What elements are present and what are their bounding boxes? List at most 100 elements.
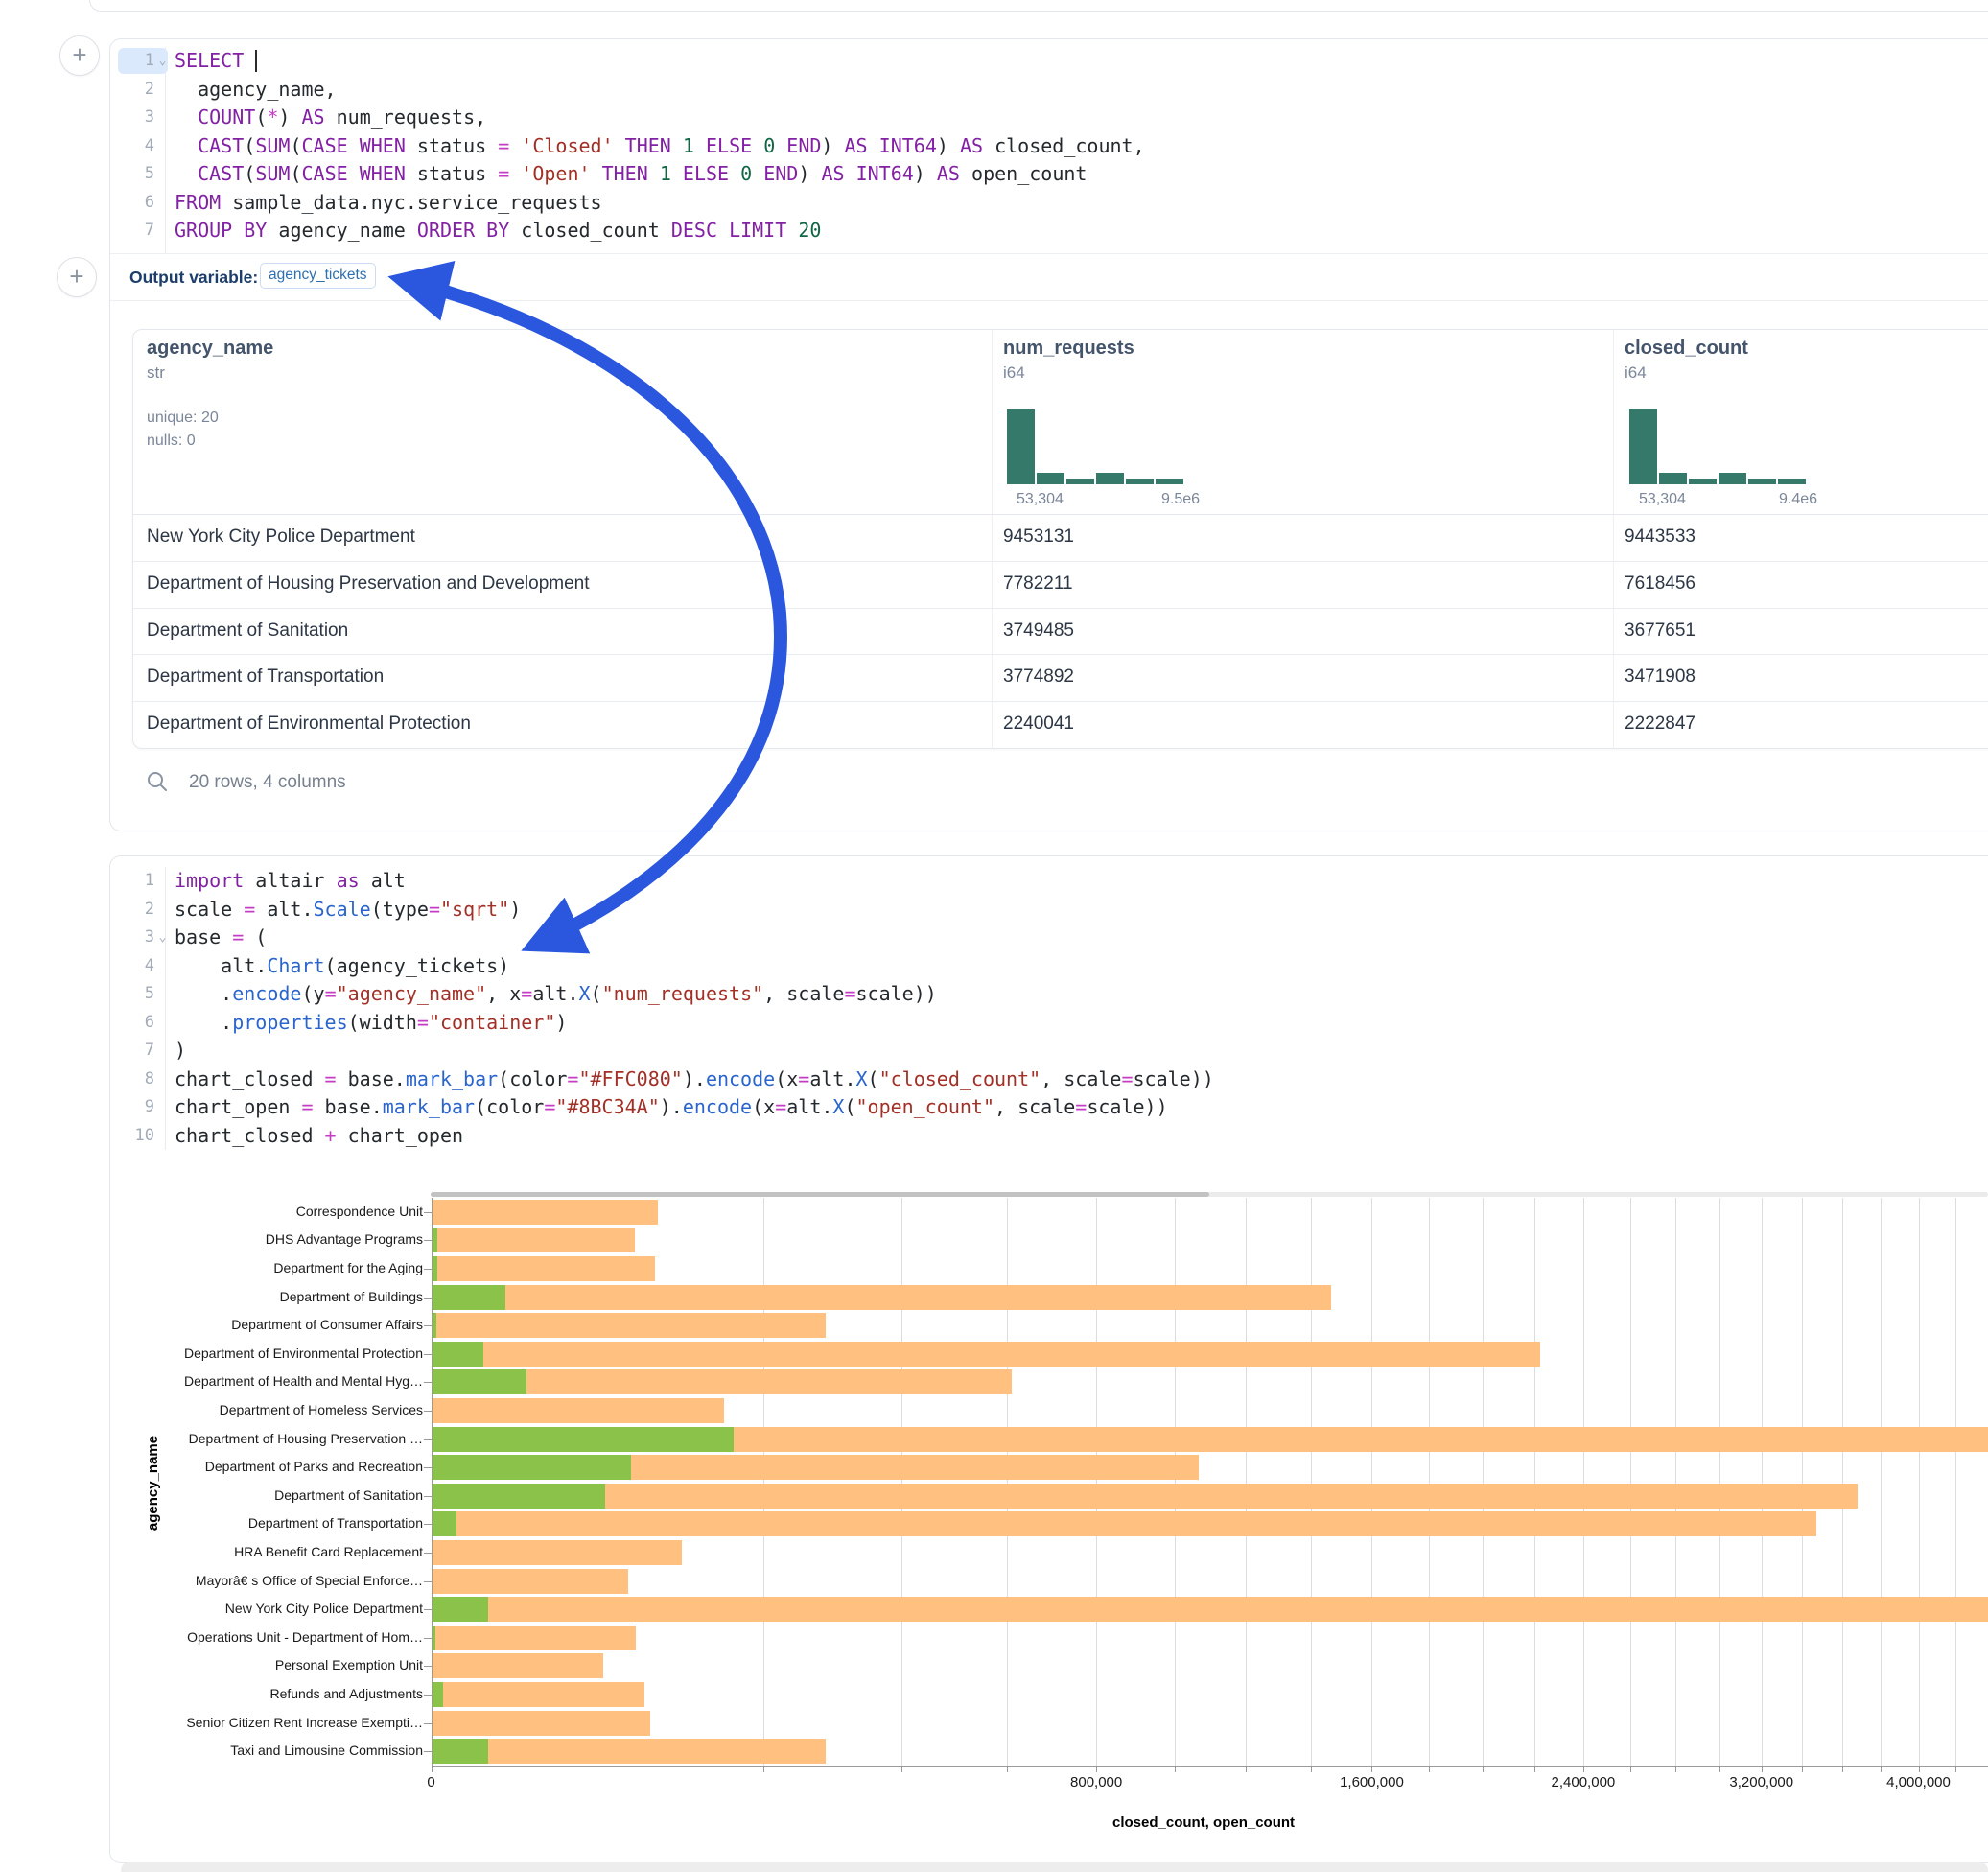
fold-spacer bbox=[154, 189, 171, 218]
sql-editor[interactable]: 1⌄SELECT 2 agency_name,3 COUNT(*) AS num… bbox=[110, 47, 1988, 246]
histogram-bar bbox=[1007, 410, 1035, 484]
code-text: CAST(SUM(CASE WHEN status = 'Open' THEN … bbox=[171, 160, 1087, 189]
cell-closed-count: 3471908 bbox=[1625, 667, 1696, 688]
fold-chevron-icon[interactable]: ⌄ bbox=[154, 47, 171, 76]
fold-spacer bbox=[154, 896, 171, 924]
histogram-bar bbox=[1066, 479, 1094, 484]
code-text: chart_open = base.mark_bar(color="#8BC34… bbox=[171, 1093, 1168, 1122]
code-text: .encode(y="agency_name", x=alt.X("num_re… bbox=[171, 980, 937, 1009]
x-axis-tick bbox=[1919, 1766, 1920, 1772]
line-number: 5 bbox=[110, 160, 154, 189]
closed-count-bar bbox=[432, 1597, 1988, 1622]
histogram-bar bbox=[1126, 479, 1154, 484]
closed-count-bar bbox=[432, 1200, 658, 1225]
fold-spacer bbox=[154, 1122, 171, 1151]
gridline bbox=[1675, 1198, 1676, 1766]
code-line[interactable]: 7GROUP BY agency_name ORDER BY closed_co… bbox=[110, 217, 1988, 246]
gridline bbox=[1246, 1198, 1247, 1766]
y-axis-label: Department of Transportation bbox=[0, 1515, 423, 1531]
column-header-agency-name[interactable]: agency_name str unique: 20 nulls: 0 bbox=[147, 338, 273, 450]
y-axis-tick bbox=[424, 1496, 432, 1497]
line-number: 8 bbox=[110, 1065, 154, 1094]
x-axis-tick bbox=[1719, 1766, 1720, 1772]
gridline bbox=[901, 1198, 902, 1766]
open-count-bar bbox=[432, 1597, 489, 1622]
cell-agency-name: New York City Police Department bbox=[147, 526, 415, 548]
y-axis-tick bbox=[424, 1723, 432, 1724]
x-axis-tick bbox=[1762, 1766, 1763, 1772]
open-count-bar bbox=[432, 1455, 632, 1480]
x-axis-title: closed_count, open_count bbox=[1112, 1814, 1295, 1831]
chart-scrollbar-thumb[interactable] bbox=[431, 1192, 1209, 1197]
gridline bbox=[1881, 1198, 1882, 1766]
table-row: Department of Transportation377489234719… bbox=[133, 654, 1988, 701]
line-number: 1 bbox=[110, 867, 154, 896]
output-variable-pill[interactable]: agency_tickets bbox=[260, 263, 376, 289]
code-line[interactable]: 3⌄base = ( bbox=[110, 924, 1988, 952]
code-line[interactable]: 9chart_open = base.mark_bar(color="#8BC3… bbox=[110, 1093, 1988, 1122]
y-axis-tick bbox=[424, 1695, 432, 1696]
x-axis-tick-label: 4,000,000 bbox=[1886, 1774, 1951, 1790]
cell-num-requests: 7782211 bbox=[1003, 573, 1073, 595]
python-editor[interactable]: 1 import altair as alt2scale = alt.Scale(… bbox=[110, 867, 1988, 1150]
code-line[interactable]: 6 .properties(width="container") bbox=[110, 1009, 1988, 1038]
line-number: 4 bbox=[110, 132, 154, 161]
x-axis-tick bbox=[1675, 1766, 1676, 1772]
code-line[interactable]: 10chart_closed + chart_open bbox=[110, 1122, 1988, 1151]
histogram-bar bbox=[1659, 473, 1687, 484]
x-axis-tick bbox=[1429, 1766, 1430, 1772]
search-icon[interactable] bbox=[147, 771, 168, 792]
previous-cell-edge bbox=[89, 0, 1988, 12]
open-count-bar bbox=[432, 1484, 606, 1509]
code-line[interactable]: 6FROM sample_data.nyc.service_requests bbox=[110, 189, 1988, 218]
code-line[interactable]: 7) bbox=[110, 1037, 1988, 1065]
closed-count-bar bbox=[432, 1626, 637, 1650]
code-line[interactable]: 2scale = alt.Scale(type="sqrt") bbox=[110, 896, 1988, 924]
y-axis-label: Operations Unit - Department of Hom… bbox=[0, 1629, 423, 1645]
sql-cell[interactable]: 1⌄SELECT 2 agency_name,3 COUNT(*) AS num… bbox=[109, 38, 1988, 831]
closed-count-bar bbox=[432, 1739, 826, 1764]
code-text: import altair as alt bbox=[171, 867, 406, 896]
code-line[interactable]: 1⌄SELECT bbox=[110, 47, 1988, 76]
y-axis-tick bbox=[424, 1751, 432, 1752]
column-type: i64 bbox=[1003, 363, 1134, 383]
fold-chevron-icon[interactable]: ⌄ bbox=[154, 924, 171, 952]
code-line[interactable]: 8 chart_closed = base.mark_bar(color="#FF… bbox=[110, 1065, 1988, 1094]
closed-count-bar bbox=[432, 1484, 1858, 1509]
column-header-closed-count[interactable]: closed_count i64 bbox=[1625, 338, 1748, 383]
code-text: SELECT bbox=[171, 47, 257, 76]
code-line[interactable]: 2 agency_name, bbox=[110, 76, 1988, 105]
open-count-bar bbox=[432, 1511, 457, 1536]
x-axis-tick bbox=[1955, 1766, 1956, 1772]
code-line[interactable]: 5 CAST(SUM(CASE WHEN status = 'Open' THE… bbox=[110, 160, 1988, 189]
fold-spacer bbox=[154, 132, 171, 161]
x-axis-tick bbox=[901, 1766, 902, 1772]
y-axis-label: Department of Parks and Recreation bbox=[0, 1459, 423, 1474]
y-axis-label: Department of Environmental Protection bbox=[0, 1346, 423, 1361]
x-axis-tick bbox=[432, 1766, 433, 1772]
code-line[interactable]: 1 import altair as alt bbox=[110, 867, 1988, 896]
add-cell-button-top[interactable]: + bbox=[59, 35, 100, 76]
closed-count-bar bbox=[432, 1285, 1332, 1310]
y-axis-tick bbox=[424, 1666, 432, 1667]
line-number: 2 bbox=[110, 76, 154, 105]
table-row: New York City Police Department945313194… bbox=[133, 514, 1988, 561]
column-header-num-requests[interactable]: num_requests i64 bbox=[1003, 338, 1134, 383]
add-cell-button-middle[interactable]: + bbox=[57, 257, 97, 297]
output-variable-label: Output variable: bbox=[129, 268, 258, 288]
line-number: 5 bbox=[110, 980, 154, 1009]
line-number: 2 bbox=[110, 896, 154, 924]
gridline bbox=[1175, 1198, 1176, 1766]
y-axis-label: HRA Benefit Card Replacement bbox=[0, 1544, 423, 1559]
fold-spacer bbox=[154, 217, 171, 246]
gridline bbox=[1583, 1198, 1584, 1766]
closed-count-bar bbox=[432, 1511, 1817, 1536]
code-line[interactable]: 3 COUNT(*) AS num_requests, bbox=[110, 104, 1988, 132]
code-line[interactable]: 4 alt.Chart(agency_tickets) bbox=[110, 952, 1988, 981]
code-line[interactable]: 5 .encode(y="agency_name", x=alt.X("num_… bbox=[110, 980, 1988, 1009]
code-text: chart_closed = base.mark_bar(color="#FFC… bbox=[171, 1065, 1214, 1094]
code-text: alt.Chart(agency_tickets) bbox=[171, 952, 509, 981]
gridline bbox=[1719, 1198, 1720, 1766]
y-axis-label: Department of Buildings bbox=[0, 1289, 423, 1304]
code-line[interactable]: 4 CAST(SUM(CASE WHEN status = 'Closed' T… bbox=[110, 132, 1988, 161]
